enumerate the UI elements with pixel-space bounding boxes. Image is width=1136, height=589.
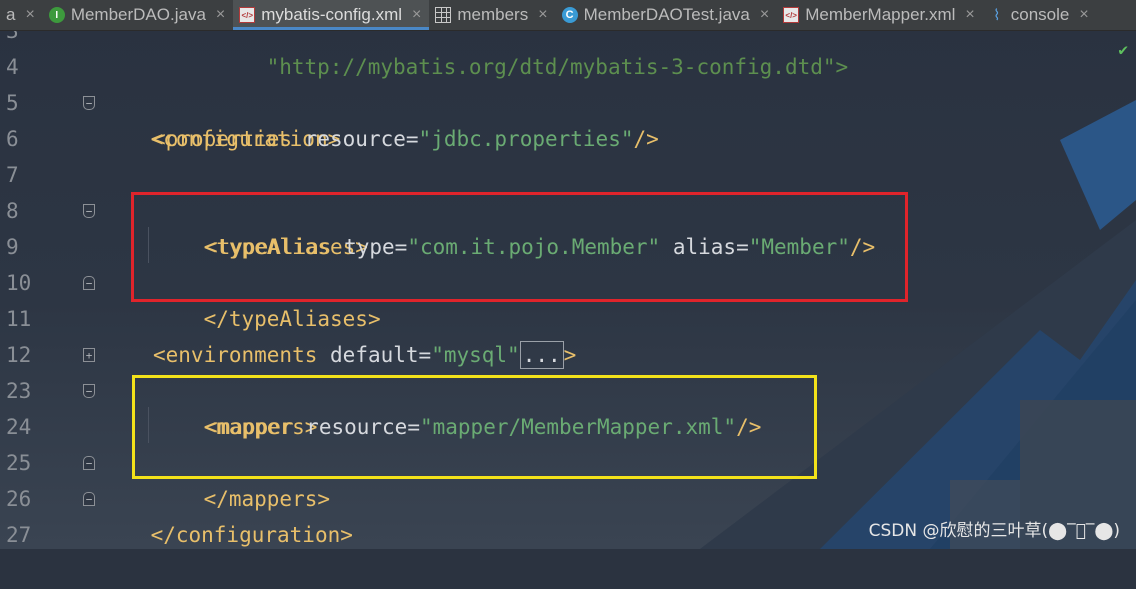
xml-file-icon: </> <box>239 7 256 23</box>
code-line-5: <configuration> <box>150 127 341 151</box>
tab-label: mybatis-config.xml <box>261 5 403 24</box>
tab-label: MemberDAOTest.java <box>583 5 750 24</box>
tab-console[interactable]: ⌇ console × <box>983 0 1097 30</box>
line-number: 11 <box>6 307 32 331</box>
tab-members[interactable]: members × <box>429 0 555 30</box>
tab-label: console <box>1010 5 1070 24</box>
tab-mybatis-config-xml[interactable]: </> mybatis-config.xml × <box>233 0 430 30</box>
tab-label: MemberMapper.xml <box>805 5 956 24</box>
close-icon[interactable]: × <box>216 6 225 24</box>
close-icon[interactable]: × <box>1079 6 1088 24</box>
highlight-box-mappers <box>132 375 817 479</box>
folded-region-placeholder[interactable]: ... <box>519 341 564 369</box>
line-number: 6 <box>6 127 19 151</box>
line-number: 10 <box>6 271 32 295</box>
tab-memberdaotest-java[interactable]: C MemberDAOTest.java × <box>556 0 778 30</box>
line-number: 7 <box>6 163 19 187</box>
tab-truncated[interactable]: a × <box>0 0 43 30</box>
line-number: 5 <box>6 91 19 115</box>
inspection-ok-icon[interactable]: ✔ <box>1118 40 1128 59</box>
fold-collapse-icon[interactable]: − <box>83 204 95 218</box>
fold-expand-icon[interactable]: + <box>83 348 95 362</box>
line-number: 23 <box>6 379 32 403</box>
fold-collapse-icon[interactable]: − <box>83 384 95 398</box>
editor-tab-bar: a × I MemberDAO.java × </> mybatis-confi… <box>0 0 1136 31</box>
code-editor[interactable]: 3 4 5 6 7 8 9 10 11 12 23 24 25 26 27 − … <box>0 19 1136 549</box>
highlight-box-type-aliases <box>131 192 908 302</box>
code-line-26: </configuration> <box>150 523 353 547</box>
fold-collapse-icon[interactable]: − <box>83 96 95 110</box>
close-icon[interactable]: × <box>25 6 34 24</box>
line-number: 12 <box>6 343 32 367</box>
line-number: 26 <box>6 487 32 511</box>
close-icon[interactable]: × <box>412 6 421 24</box>
line-number: 4 <box>6 55 19 79</box>
tab-label: members <box>457 5 529 24</box>
class-icon: C <box>561 7 578 23</box>
code-line-6: <properties resource="jdbc.properties"/> <box>153 127 659 151</box>
close-icon[interactable]: × <box>760 6 769 24</box>
fold-end-icon[interactable]: − <box>83 276 95 290</box>
tab-membermapper-xml[interactable]: </> MemberMapper.xml × <box>777 0 983 30</box>
fold-end-icon[interactable]: − <box>83 456 95 470</box>
line-number: 9 <box>6 235 19 259</box>
line-number: 27 <box>6 523 32 547</box>
line-number: 25 <box>6 451 32 475</box>
line-number: 24 <box>6 415 32 439</box>
code-line-12: <environments default="mysql"... > <box>153 341 577 369</box>
tab-label: a <box>6 5 16 24</box>
console-icon: ⌇ <box>993 7 1001 24</box>
close-icon[interactable]: × <box>965 6 974 24</box>
close-icon[interactable]: × <box>538 6 547 24</box>
line-number: 8 <box>6 199 19 223</box>
fold-end-icon[interactable]: − <box>83 492 95 506</box>
xml-file-icon: </> <box>783 7 800 23</box>
tab-label: MemberDAO.java <box>70 5 206 24</box>
tab-memberdao-java[interactable]: I MemberDAO.java × <box>43 0 233 30</box>
interface-icon: I <box>48 7 65 23</box>
watermark: CSDN @欣慰的三叶草(⬤‾⃝‾⬤) <box>868 521 1120 541</box>
table-icon <box>435 7 452 23</box>
